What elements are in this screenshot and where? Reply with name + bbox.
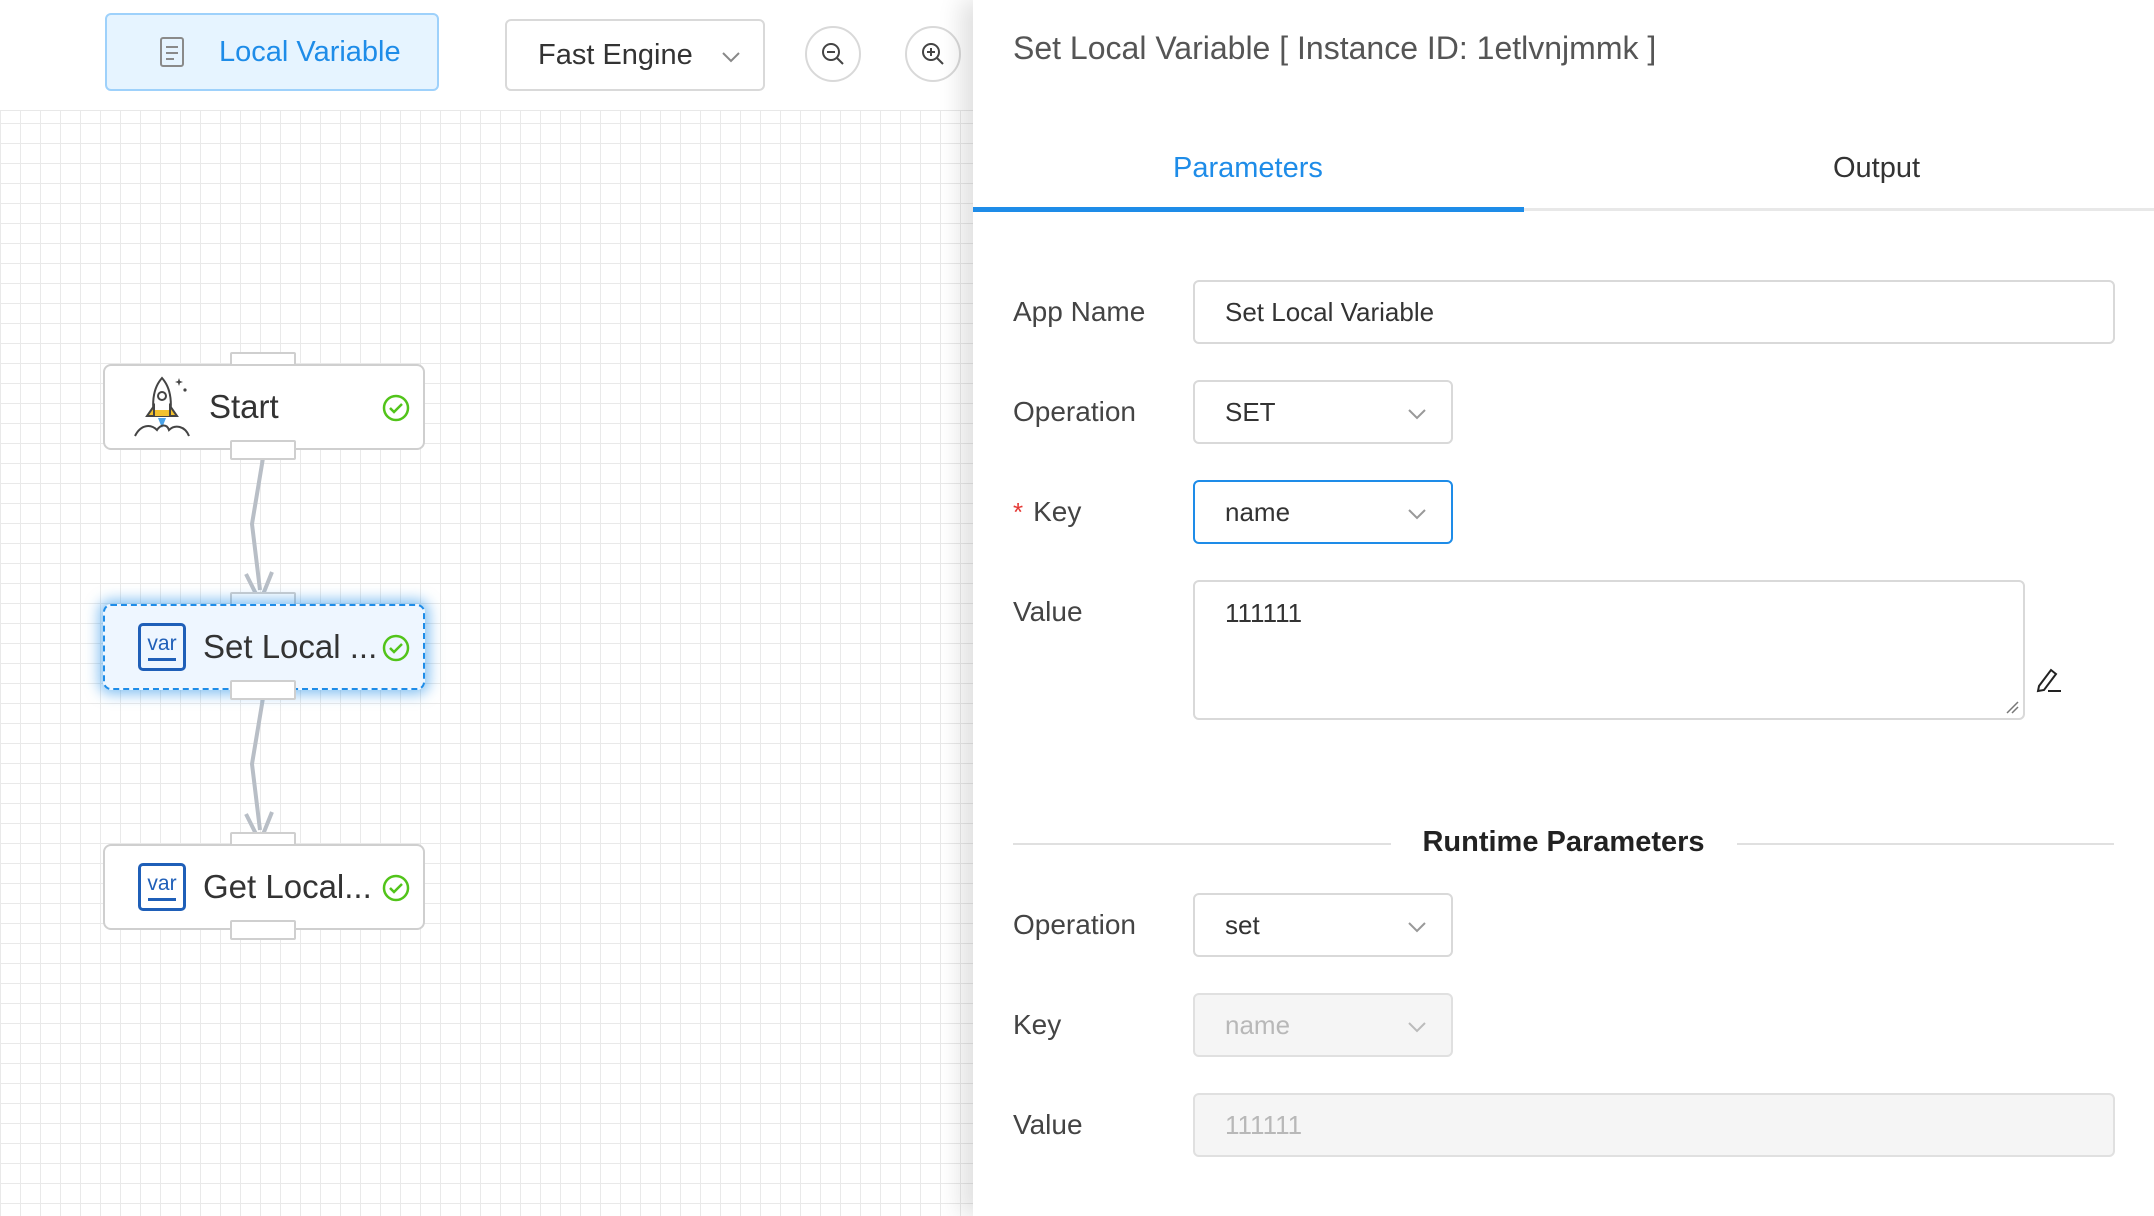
node-set-local-variable[interactable]: var Set Local ... — [103, 604, 425, 690]
key-label: * Key — [1013, 496, 1081, 528]
drawer-title: Set Local Variable [ Instance ID: 1etlvn… — [1013, 30, 1657, 66]
node-output-port[interactable] — [230, 440, 296, 460]
chevron-down-icon — [1408, 922, 1426, 933]
node-start[interactable]: Start — [103, 364, 425, 450]
operation-value: SET — [1225, 396, 1276, 427]
value-text: 111111 — [1225, 598, 1303, 628]
properties-drawer: Set Local Variable [ Instance ID: 1etlvn… — [973, 0, 2154, 1216]
check-circle-icon — [382, 634, 410, 662]
tab-parameters[interactable]: Parameters — [1173, 152, 1323, 185]
app-name-label: App Name — [1013, 296, 1146, 327]
check-circle-icon — [382, 394, 410, 422]
required-mark: * — [1013, 497, 1024, 527]
section-divider — [1737, 843, 2114, 845]
value-textarea[interactable]: 111111 — [1193, 580, 2025, 720]
key-select[interactable]: name — [1193, 480, 1453, 544]
key-value: name — [1225, 496, 1291, 527]
var-icon: var — [138, 623, 186, 671]
chevron-down-icon — [1408, 1022, 1426, 1033]
runtime-operation-label: Operation — [1013, 909, 1136, 940]
tab-output[interactable]: Output — [1833, 152, 1920, 185]
runtime-value-input: 111111 — [1193, 1093, 2115, 1157]
key-label-text: Key — [1033, 496, 1082, 527]
var-icon: var — [138, 863, 186, 911]
runtime-operation-value: set — [1225, 909, 1260, 940]
check-circle-icon — [382, 874, 410, 902]
node-output-port[interactable] — [230, 680, 296, 700]
chevron-down-icon — [1408, 509, 1426, 520]
rocket-icon — [134, 376, 190, 437]
active-tab-indicator — [973, 207, 1524, 212]
edit-pencil-icon[interactable] — [2033, 664, 2063, 694]
edge-start-to-set — [249, 457, 265, 591]
node-title: Start — [209, 388, 279, 425]
app-name-value: Set Local Variable — [1225, 296, 1435, 327]
runtime-value-label: Value — [1013, 1109, 1083, 1140]
node-title: Set Local ... — [203, 628, 378, 665]
runtime-key-value: name — [1225, 1009, 1291, 1040]
resize-handle-icon[interactable] — [2005, 700, 2019, 714]
runtime-value-text: 111111 — [1225, 1109, 1303, 1140]
node-output-port[interactable] — [230, 920, 296, 940]
operation-label: Operation — [1013, 396, 1136, 427]
value-label: Value — [1013, 596, 1083, 627]
edge-set-to-get — [249, 697, 265, 831]
app-name-input[interactable]: Set Local Variable — [1193, 280, 2115, 344]
runtime-key-label: Key — [1013, 1009, 1062, 1040]
operation-select[interactable]: SET — [1193, 380, 1453, 444]
chevron-down-icon — [1408, 409, 1426, 420]
node-get-local-variable[interactable]: var Get Local... — [103, 844, 425, 930]
node-title: Get Local... — [203, 868, 372, 905]
runtime-operation-select[interactable]: set — [1193, 893, 1453, 957]
runtime-key-select: name — [1193, 993, 1453, 1057]
workflow-canvas[interactable]: Local Variable Fast Engine Start var Set… — [0, 0, 980, 1216]
